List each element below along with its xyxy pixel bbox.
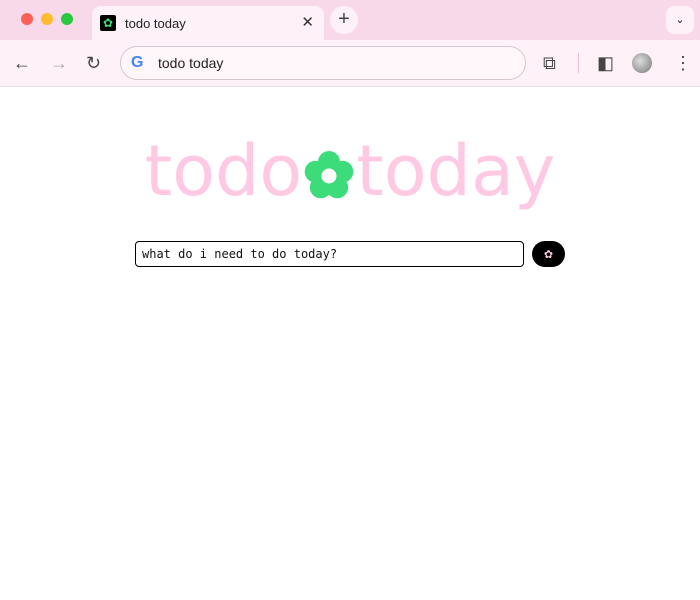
profile-avatar[interactable] (632, 53, 652, 73)
close-window-button[interactable] (21, 13, 33, 25)
forward-icon[interactable]: → (50, 52, 68, 74)
menu-icon[interactable]: ⋮ (674, 52, 692, 74)
toolbar: ← → ↻ G todo today ⧉ ◧ ⋮ (0, 40, 700, 87)
flower-favicon-icon: ✿ (100, 15, 116, 31)
logo-text-right: today (356, 130, 556, 212)
maximize-window-button[interactable] (61, 13, 73, 25)
back-icon[interactable]: ← (13, 52, 31, 74)
google-icon: G (131, 54, 144, 71)
tab-bar: ✿ todo today ✕ + ⌄ (0, 0, 700, 40)
divider (578, 53, 579, 73)
minimize-window-button[interactable] (41, 13, 53, 25)
logo-text-left: todo (144, 130, 303, 212)
tab-search-button[interactable]: ⌄ (666, 6, 694, 34)
reload-icon[interactable]: ↻ (86, 52, 101, 74)
address-text: todo today (158, 55, 224, 71)
tab-title: todo today (125, 15, 186, 31)
submit-button[interactable]: ✿ (532, 241, 565, 267)
address-bar[interactable]: G todo today (120, 46, 526, 80)
close-tab-icon[interactable]: ✕ (301, 13, 314, 31)
logo: todo today (0, 126, 700, 216)
new-tab-button[interactable]: + (330, 6, 358, 34)
todo-input[interactable] (135, 241, 524, 267)
side-panel-icon[interactable]: ◧ (597, 52, 614, 74)
flower-icon (304, 151, 354, 199)
extensions-icon[interactable]: ⧉ (543, 52, 556, 74)
tab-todo-today[interactable]: ✿ todo today ✕ (92, 6, 324, 40)
